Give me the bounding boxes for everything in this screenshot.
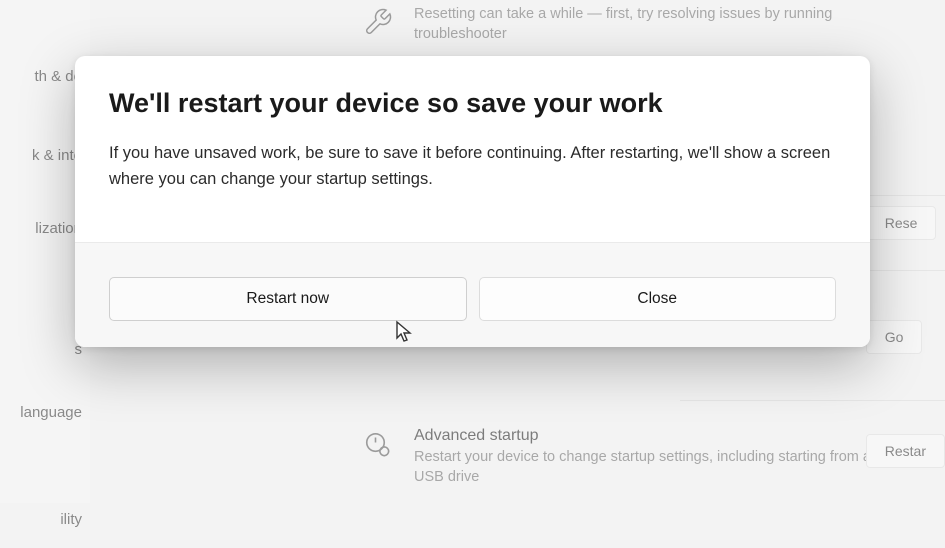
restart-confirmation-dialog: We'll restart your device so save your w… <box>75 56 870 347</box>
close-button[interactable]: Close <box>479 277 837 321</box>
dialog-title: We'll restart your device so save your w… <box>109 88 836 119</box>
restart-now-button[interactable]: Restart now <box>109 277 467 321</box>
dialog-message: If you have unsaved work, be sure to sav… <box>109 141 836 192</box>
dialog-footer: Restart now Close <box>75 242 870 347</box>
dialog-overlay: We'll restart your device so save your w… <box>0 0 945 503</box>
